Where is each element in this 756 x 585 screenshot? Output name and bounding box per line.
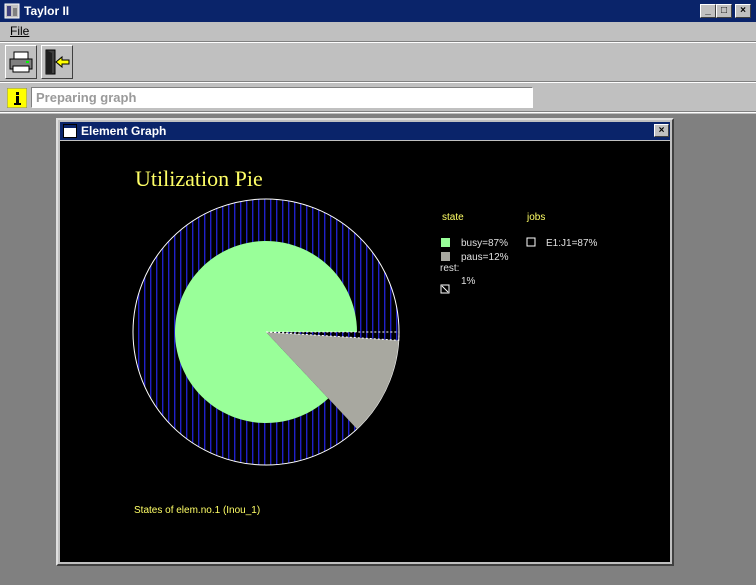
legend-swatch-paus <box>441 252 450 261</box>
maximize-button[interactable]: □ <box>716 4 732 18</box>
graph-canvas: Utilization Pie state jobs busy=87% paus… <box>60 141 670 562</box>
printer-icon <box>9 51 33 73</box>
legend-swatch-job <box>526 237 536 247</box>
legend-label-job: E1:J1=87% <box>546 238 598 249</box>
legend-label-rest: 1% <box>461 276 476 287</box>
title-bar <box>0 0 756 22</box>
menu-separator <box>0 41 756 43</box>
child-title-bar[interactable]: Element Graph × <box>60 122 670 140</box>
window-icon <box>63 124 77 138</box>
app-icon <box>4 3 20 19</box>
exit-button[interactable] <box>41 45 73 79</box>
chart-caption: States of elem.no.1 (Inou_1) <box>134 505 260 516</box>
legend-label-busy: busy=87% <box>461 238 508 249</box>
exit-door-icon <box>45 49 70 75</box>
legend-swatch-busy <box>441 238 450 247</box>
menu-bar <box>0 22 756 41</box>
child-close-button[interactable]: × <box>654 124 669 137</box>
minimize-button[interactable]: _ <box>700 4 716 18</box>
menu-file[interactable]: File <box>10 24 29 38</box>
chart-title: Utilization Pie <box>135 166 263 191</box>
legend-jobs-header: jobs <box>526 212 545 223</box>
window-title: Taylor II <box>24 4 70 18</box>
element-graph-window[interactable]: Element Graph × Utilization Pie state jo… <box>56 118 674 566</box>
legend-rest-label: rest: <box>440 263 459 274</box>
status-text: Preparing graph <box>36 90 137 105</box>
legend-state-header: state <box>442 212 464 223</box>
pie-chart: Utilization Pie state jobs busy=87% paus… <box>132 166 598 516</box>
status-separator <box>0 111 756 113</box>
info-icon <box>7 88 27 108</box>
status-field: Preparing graph <box>31 87 533 108</box>
legend-label-paus: paus=12% <box>461 252 509 263</box>
print-button[interactable] <box>5 45 37 79</box>
close-button[interactable]: × <box>735 4 751 18</box>
toolbar-separator <box>0 81 756 83</box>
child-window-title: Element Graph <box>81 124 167 138</box>
